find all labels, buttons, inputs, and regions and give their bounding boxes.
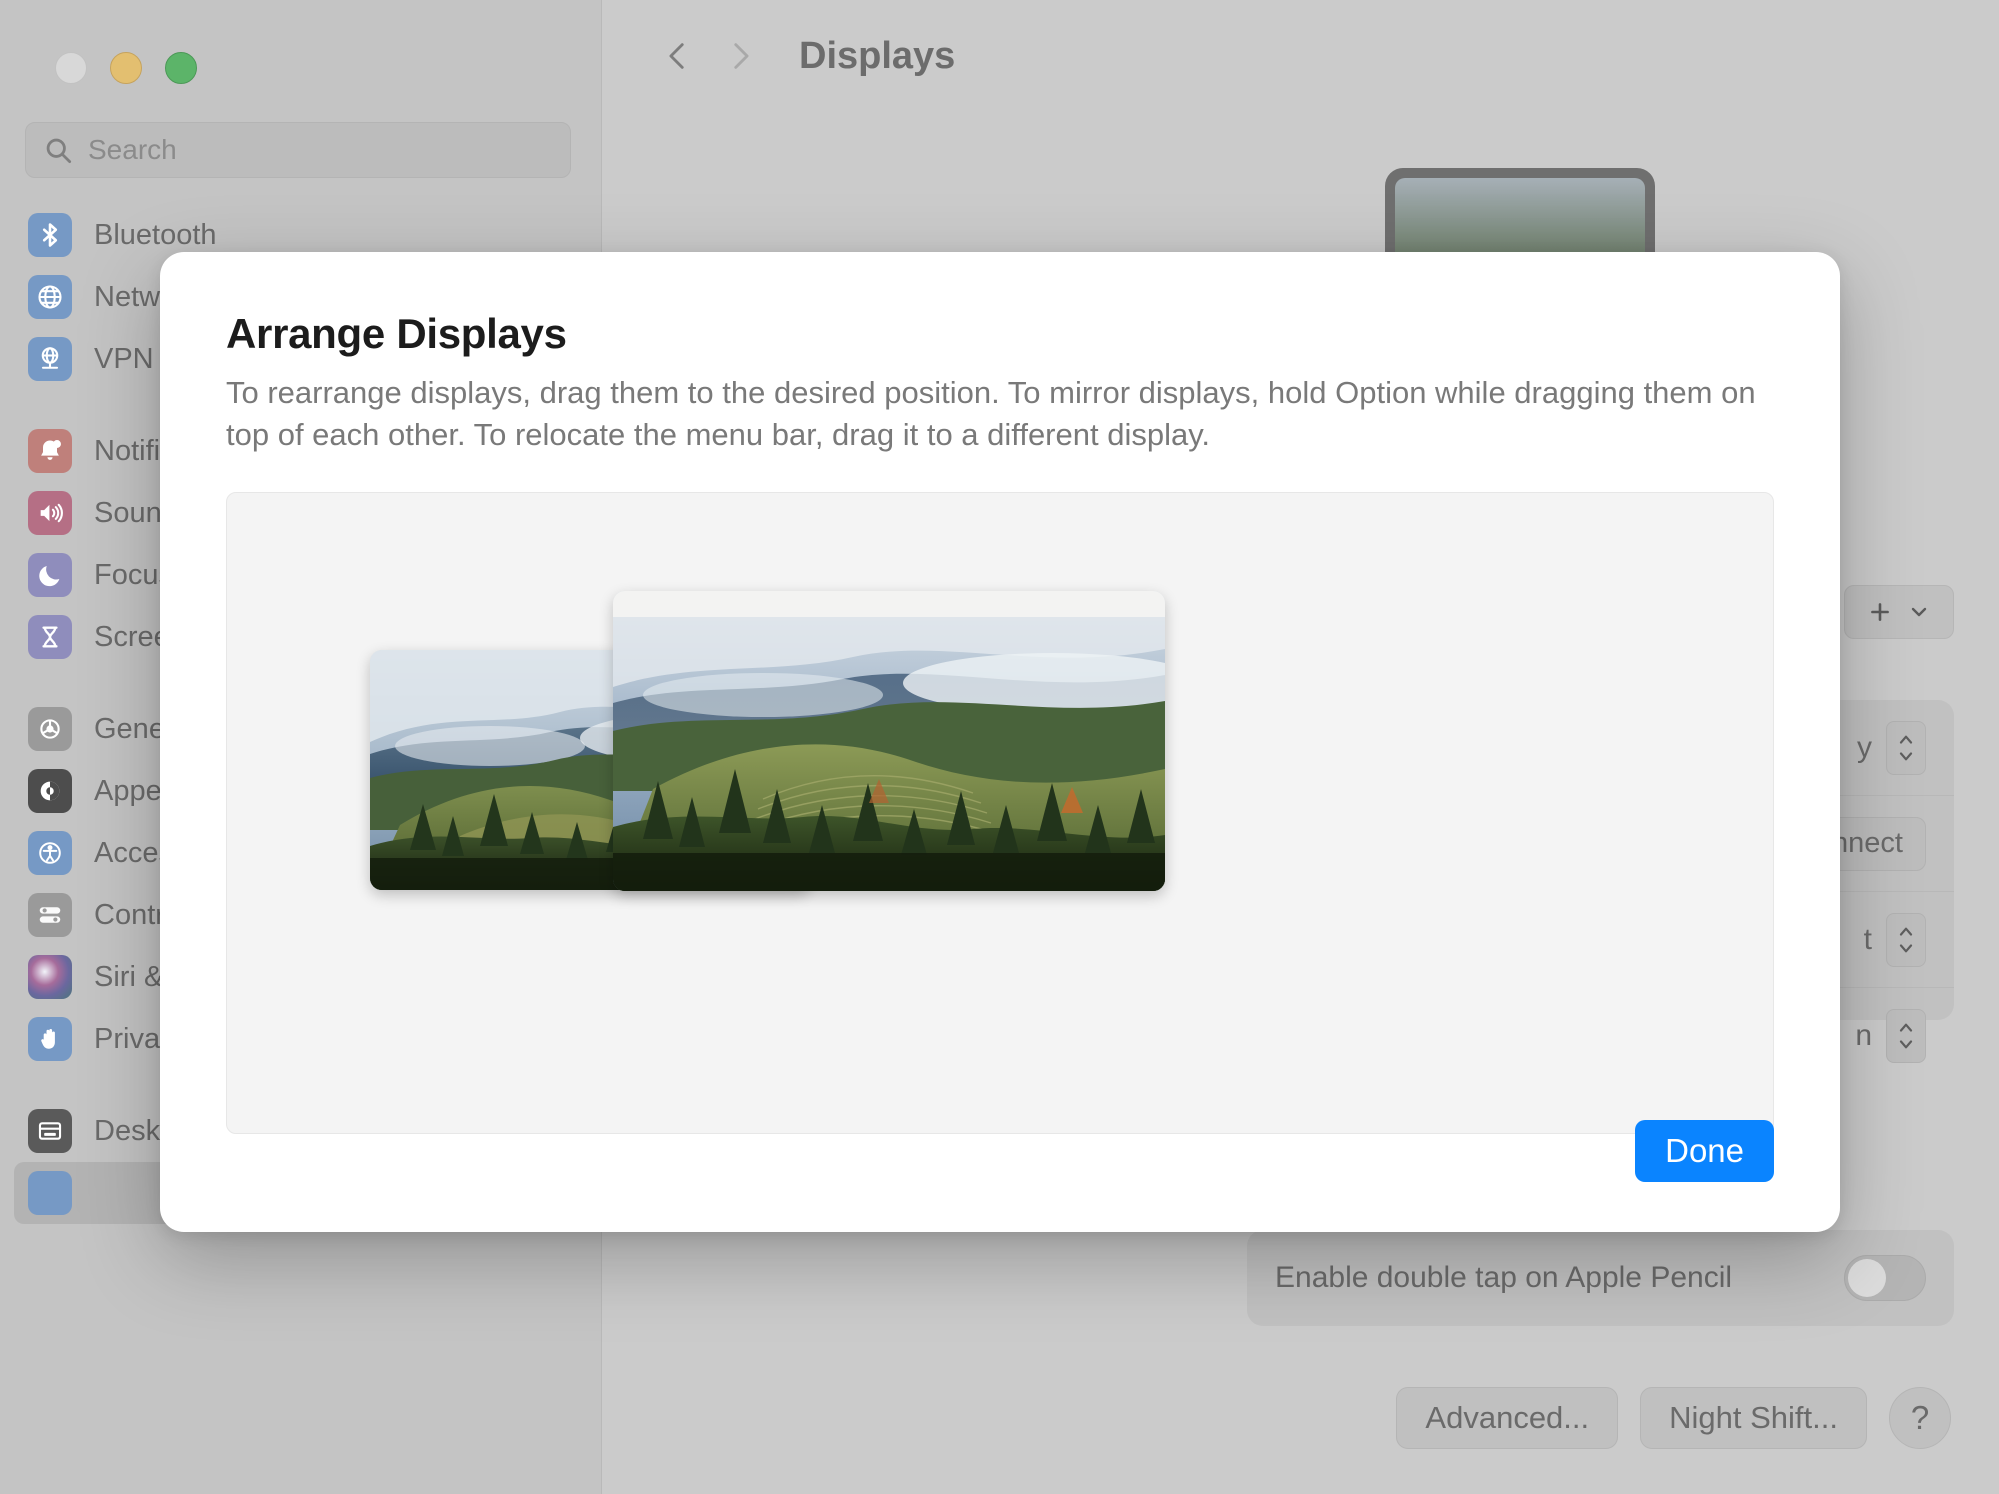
night-shift-button[interactable]: Night Shift...: [1640, 1387, 1867, 1449]
speaker-icon: [28, 491, 72, 535]
search-icon: [44, 136, 72, 164]
hourglass-icon: [28, 615, 72, 659]
gear-icon: [28, 707, 72, 751]
appearance-icon: [28, 769, 72, 813]
row-apple-pencil: Enable double tap on Apple Pencil: [1247, 1230, 1954, 1326]
advanced-button[interactable]: Advanced...: [1396, 1387, 1619, 1449]
refresh-rate-stepper[interactable]: n: [1855, 1009, 1926, 1063]
bell-icon: [28, 429, 72, 473]
dialog-description: To rearrange displays, drag them to the …: [226, 375, 1756, 453]
stepper-arrows-icon[interactable]: [1886, 720, 1926, 775]
bottom-button-bar: Advanced... Night Shift... ?: [1396, 1387, 1951, 1449]
moon-icon: [28, 553, 72, 597]
dialog-footer: Done: [1635, 1120, 1774, 1182]
stepper-value: n: [1855, 1019, 1872, 1052]
screen: Search Bluetooth Network VPN Sound Focus…: [0, 0, 1999, 1494]
page-title: Displays: [799, 34, 956, 77]
display-thumbnail-primary[interactable]: [613, 591, 1165, 892]
add-display-button[interactable]: [1844, 585, 1954, 639]
globe-icon: [28, 275, 72, 319]
stepper-value: y: [1857, 730, 1872, 764]
wallpaper-image: [613, 591, 1165, 892]
display-arrangement-canvas[interactable]: [226, 492, 1774, 1135]
help-button[interactable]: ?: [1889, 1387, 1951, 1449]
stepper-arrows-icon[interactable]: [1886, 912, 1926, 967]
back-button[interactable]: [647, 25, 709, 87]
content-toolbar: Displays: [602, 0, 1999, 112]
toggle-knob: [1848, 1259, 1886, 1297]
vpn-globe-icon: [28, 337, 72, 381]
accessibility-icon: [28, 831, 72, 875]
hand-icon: [28, 1017, 72, 1061]
menu-bar-strip[interactable]: [613, 591, 1165, 618]
siri-icon: [28, 955, 72, 999]
desktop-dock-icon: [28, 1109, 72, 1153]
add-display-row: [1844, 585, 1954, 639]
apple-pencil-label: Enable double tap on Apple Pencil: [1275, 1261, 1733, 1294]
stepper-arrows-icon[interactable]: [1886, 1009, 1926, 1063]
minimize-button[interactable]: [110, 52, 142, 84]
sidebar-item-label: VPN: [94, 342, 154, 375]
close-button[interactable]: [55, 52, 87, 84]
use-as-stepper[interactable]: y: [1857, 720, 1926, 775]
rotation-stepper[interactable]: t: [1863, 912, 1926, 967]
search-placeholder: Search: [88, 134, 177, 165]
displays-icon: [28, 1171, 72, 1215]
maximize-button[interactable]: [165, 52, 197, 84]
bluetooth-icon: [28, 213, 72, 257]
control-center-icon: [28, 893, 72, 937]
traffic-lights: [0, 0, 601, 84]
done-button[interactable]: Done: [1635, 1120, 1774, 1182]
arrange-displays-dialog: Arrange Displays To rearrange displays, …: [160, 252, 1840, 1232]
stepper-value: t: [1863, 922, 1872, 956]
sidebar-item-label: Bluetooth: [94, 218, 217, 251]
apple-pencil-toggle[interactable]: [1844, 1255, 1926, 1301]
forward-button[interactable]: [709, 25, 771, 87]
apple-pencil-card: Enable double tap on Apple Pencil: [1247, 1230, 1954, 1326]
dialog-title: Arrange Displays: [226, 310, 567, 357]
search-field[interactable]: Search: [25, 122, 571, 178]
